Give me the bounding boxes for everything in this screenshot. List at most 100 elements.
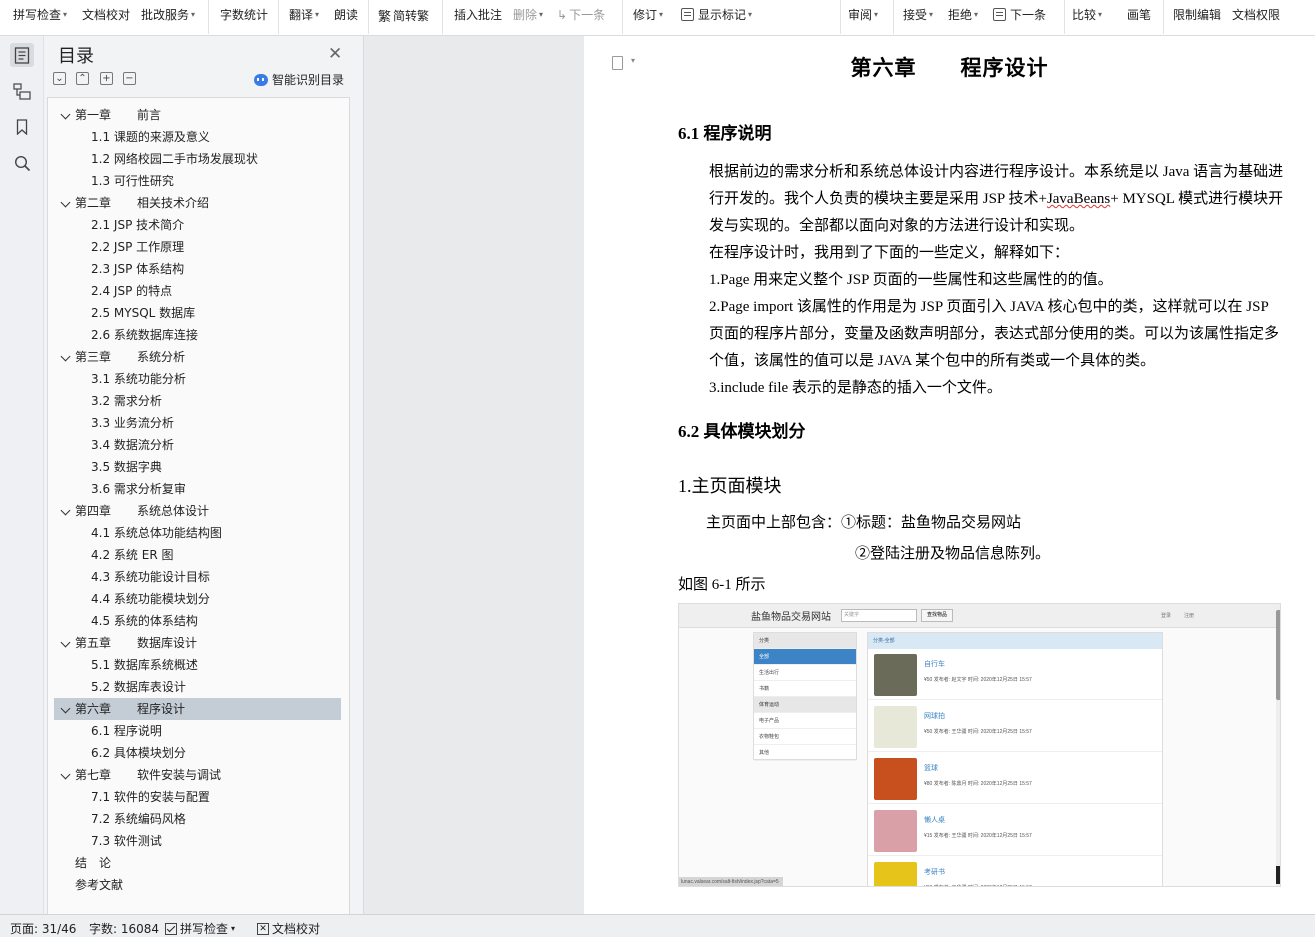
toc-item[interactable]: 3.3 业务流分析 (54, 412, 341, 434)
toc-item[interactable]: 3.5 数据字典 (54, 456, 341, 478)
insert-comment-button[interactable]: 插入批注 (454, 6, 502, 23)
toc-item[interactable]: 2.2 JSP 工作原理 (54, 236, 341, 258)
toc-item-text: 参考文献 (75, 878, 124, 892)
toc-item[interactable]: 4.4 系统功能模块划分 (54, 588, 341, 610)
toc-item[interactable]: 1.2 网络校园二手市场发展现状 (54, 148, 341, 170)
page-indicator[interactable]: 页面: 31/46 (10, 920, 76, 937)
track-changes-button[interactable]: 修订 ▾ (633, 6, 663, 23)
search-button[interactable] (10, 151, 34, 175)
toc-item[interactable]: 4.5 系统的体系结构 (54, 610, 341, 632)
chevron-down-icon[interactable] (60, 703, 71, 714)
toc-item[interactable]: 5.2 数据库表设计 (54, 676, 341, 698)
proofread-status[interactable]: ✕ 文档校对 (257, 920, 320, 937)
toc-item[interactable]: 4.2 系统 ER 图 (54, 544, 341, 566)
site-item-name: 篮球 (924, 765, 938, 772)
toc-item[interactable]: 7.2 系统编码风格 (54, 808, 341, 830)
restrict-editing-button[interactable]: 限制编辑 (1173, 6, 1221, 23)
ribbon-separator (840, 0, 841, 34)
toc-item[interactable]: 3.4 数据流分析 (54, 434, 341, 456)
next-change-button[interactable]: 下一条 (993, 6, 1046, 23)
paragraph: 1.Page 用来定义整个 JSP 页面的一些属性和这些属性的的值。 (678, 267, 1286, 294)
site-register-link: 注册 (1184, 613, 1195, 619)
word-count-button[interactable]: 字数统计 (220, 6, 268, 23)
toc-item[interactable]: 2.3 JSP 体系结构 (54, 258, 341, 280)
toc-item[interactable]: 2.4 JSP 的特点 (54, 280, 341, 302)
toc-item[interactable]: 2.5 MYSQL 数据库 (54, 302, 341, 324)
show-markup-icon (681, 8, 694, 21)
paragraph: ②登陆注册及物品信息陈列。 (855, 546, 1051, 562)
toc-chapter-item[interactable]: 第一章 前言 (54, 104, 341, 126)
ribbon-label: 插入批注 (454, 8, 503, 22)
toc-item-number: 3.2 (91, 394, 111, 408)
toc-chapter-item[interactable]: 第四章 系统总体设计 (54, 500, 341, 522)
review-pane-button[interactable]: 审阅 ▾ (848, 6, 878, 23)
toc-item[interactable]: 3.2 需求分析 (54, 390, 341, 412)
toc-item[interactable]: 6.2 具体模块划分 (54, 742, 341, 764)
smart-toc-button[interactable]: 智能识别目录 (254, 71, 344, 88)
toc-item[interactable]: 参考文献 (54, 874, 341, 896)
chevron-down-icon[interactable] (60, 197, 71, 208)
spell-check-status[interactable]: 拼写检查 ▾ (165, 920, 235, 937)
compare-button[interactable]: 比较 ▾ (1072, 6, 1102, 23)
chevron-down-icon[interactable] (60, 109, 71, 120)
toc-item[interactable]: 7.3 软件测试 (54, 830, 341, 852)
chapter-title: 第六章 程序设计 (850, 56, 1049, 80)
chevron-down-icon[interactable] (60, 505, 71, 516)
chevron-down-icon[interactable] (60, 351, 71, 362)
toc-item[interactable]: 3.1 系统功能分析 (54, 368, 341, 390)
toc-chapter-item[interactable]: 第二章 相关技术介绍 (54, 192, 341, 214)
toc-panel-button[interactable] (10, 43, 34, 67)
delete-comment-button[interactable]: 删除 ▾ (513, 6, 543, 23)
simp-to-trad-button[interactable]: 繁简转繁 (378, 6, 429, 25)
toc-item[interactable]: 结 论 (54, 852, 341, 874)
reject-button[interactable]: 拒绝 ▾ (948, 6, 978, 23)
toc-item-label: 第五章 数据库设计 (75, 632, 197, 654)
toc-item[interactable]: 2.6 系统数据库连接 (54, 324, 341, 346)
read-aloud-button[interactable]: 朗读 (334, 6, 358, 23)
proofread-button[interactable]: 文档校对 (82, 6, 130, 23)
ribbon-separator (368, 0, 369, 34)
toc-item-label: 第六章 程序设计 (75, 698, 185, 720)
ribbon-label: 下一条 (569, 8, 606, 22)
chapter-nav-button[interactable] (10, 79, 34, 103)
toc-item[interactable]: 6.1 程序说明 (54, 720, 341, 742)
word-count-indicator[interactable]: 字数: 16084 (89, 920, 159, 937)
bookmark-button[interactable] (10, 115, 34, 139)
toc-item[interactable]: 4.1 系统总体功能结构图 (54, 522, 341, 544)
show-markup-button[interactable]: 显示标记 ▾ (681, 6, 752, 23)
toc-item[interactable]: 5.1 数据库系统概述 (54, 654, 341, 676)
accept-button[interactable]: 接受 ▾ (903, 6, 933, 23)
document-permissions-button[interactable]: 文档权限 (1232, 6, 1280, 23)
ribbon-label: 朗读 (334, 8, 359, 22)
spell-check-button[interactable]: 拼写检查 ▾ (13, 6, 67, 23)
toc-item-number: 4.2 (91, 548, 111, 562)
spell-check-label: 拼写检查 (180, 922, 229, 936)
toc-chapter-item[interactable]: 第七章 软件安装与调试 (54, 764, 341, 786)
add-heading-icon[interactable]: + (100, 72, 113, 85)
next-comment-button[interactable]: ↳ 下一条 (557, 6, 605, 23)
toc-item[interactable]: 3.6 需求分析复审 (54, 478, 341, 500)
toc-item[interactable]: 1.3 可行性研究 (54, 170, 341, 192)
toc-item[interactable]: 4.3 系统功能设计目标 (54, 566, 341, 588)
expand-up-icon[interactable]: ⌃ (76, 72, 89, 85)
toc-chapter-item[interactable]: 第六章 程序设计 (54, 698, 341, 720)
toc-panel: 目录 ✕ ⌄ ⌃ + − 智能识别目录 第一章 前言 1.1 课题的来源及意义 1.2… (44, 36, 364, 916)
correction-service-button[interactable]: 批改服务 ▾ (141, 6, 195, 23)
toc-item-number: 1.2 (91, 152, 111, 166)
toc-item[interactable]: 7.1 软件的安装与配置 (54, 786, 341, 808)
translate-button[interactable]: 翻译 ▾ (289, 6, 319, 23)
toc-item-number: 7.1 (91, 790, 111, 804)
collapse-all-icon[interactable]: ⌄ (53, 72, 66, 85)
toc-chapter-item[interactable]: 第五章 数据库设计 (54, 632, 341, 654)
toc-chapter-item[interactable]: 第三章 系统分析 (54, 346, 341, 368)
toc-item-label: 3.5 数据字典 (91, 456, 162, 478)
remove-heading-icon[interactable]: − (123, 72, 136, 85)
chevron-down-icon[interactable] (60, 769, 71, 780)
chevron-down-icon[interactable] (60, 637, 71, 648)
ink-pen-button[interactable]: 画笔 (1127, 6, 1151, 23)
toc-item[interactable]: 2.1 JSP 技术简介 (54, 214, 341, 236)
toc-item[interactable]: 1.1 课题的来源及意义 (54, 126, 341, 148)
toc-item-number: 第六章 (75, 702, 112, 716)
site-category-header: 分类 (754, 633, 856, 649)
close-icon[interactable]: ✕ (328, 44, 342, 64)
